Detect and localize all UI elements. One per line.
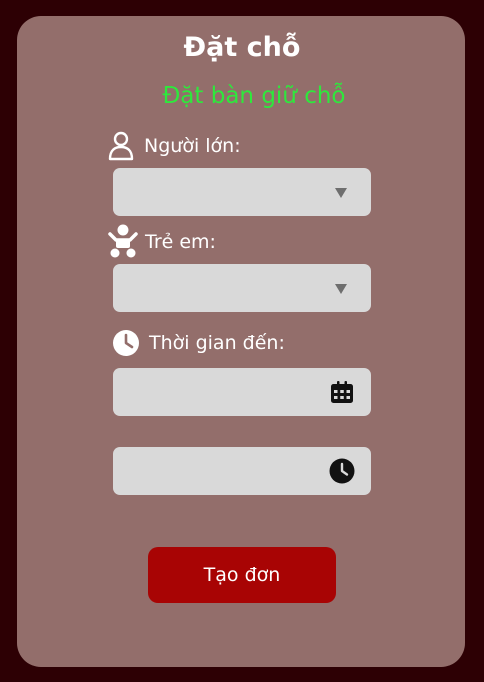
baby-icon bbox=[107, 224, 139, 260]
chevron-down-icon bbox=[335, 284, 347, 294]
clock-icon bbox=[112, 329, 140, 357]
create-order-button[interactable]: Tạo đơn bbox=[148, 547, 336, 603]
time-input[interactable] bbox=[113, 447, 371, 495]
children-label-row: Trẻ em: bbox=[107, 224, 216, 260]
adults-label-row: Người lớn: bbox=[108, 131, 241, 161]
person-icon bbox=[108, 131, 134, 161]
children-select[interactable] bbox=[113, 264, 371, 312]
calendar-icon[interactable] bbox=[330, 380, 354, 404]
children-label: Trẻ em: bbox=[145, 231, 216, 253]
adults-label: Người lớn: bbox=[144, 135, 241, 157]
arrival-label: Thời gian đến: bbox=[149, 332, 285, 354]
page-subtitle: Đặt bàn giữ chỗ bbox=[162, 83, 346, 109]
adults-select[interactable] bbox=[113, 168, 371, 216]
arrival-label-row: Thời gian đến: bbox=[112, 329, 285, 357]
date-input[interactable] bbox=[113, 368, 371, 416]
chevron-down-icon bbox=[335, 188, 347, 198]
clock-icon[interactable] bbox=[329, 458, 355, 484]
page-title: Đặt chỗ bbox=[183, 32, 301, 63]
